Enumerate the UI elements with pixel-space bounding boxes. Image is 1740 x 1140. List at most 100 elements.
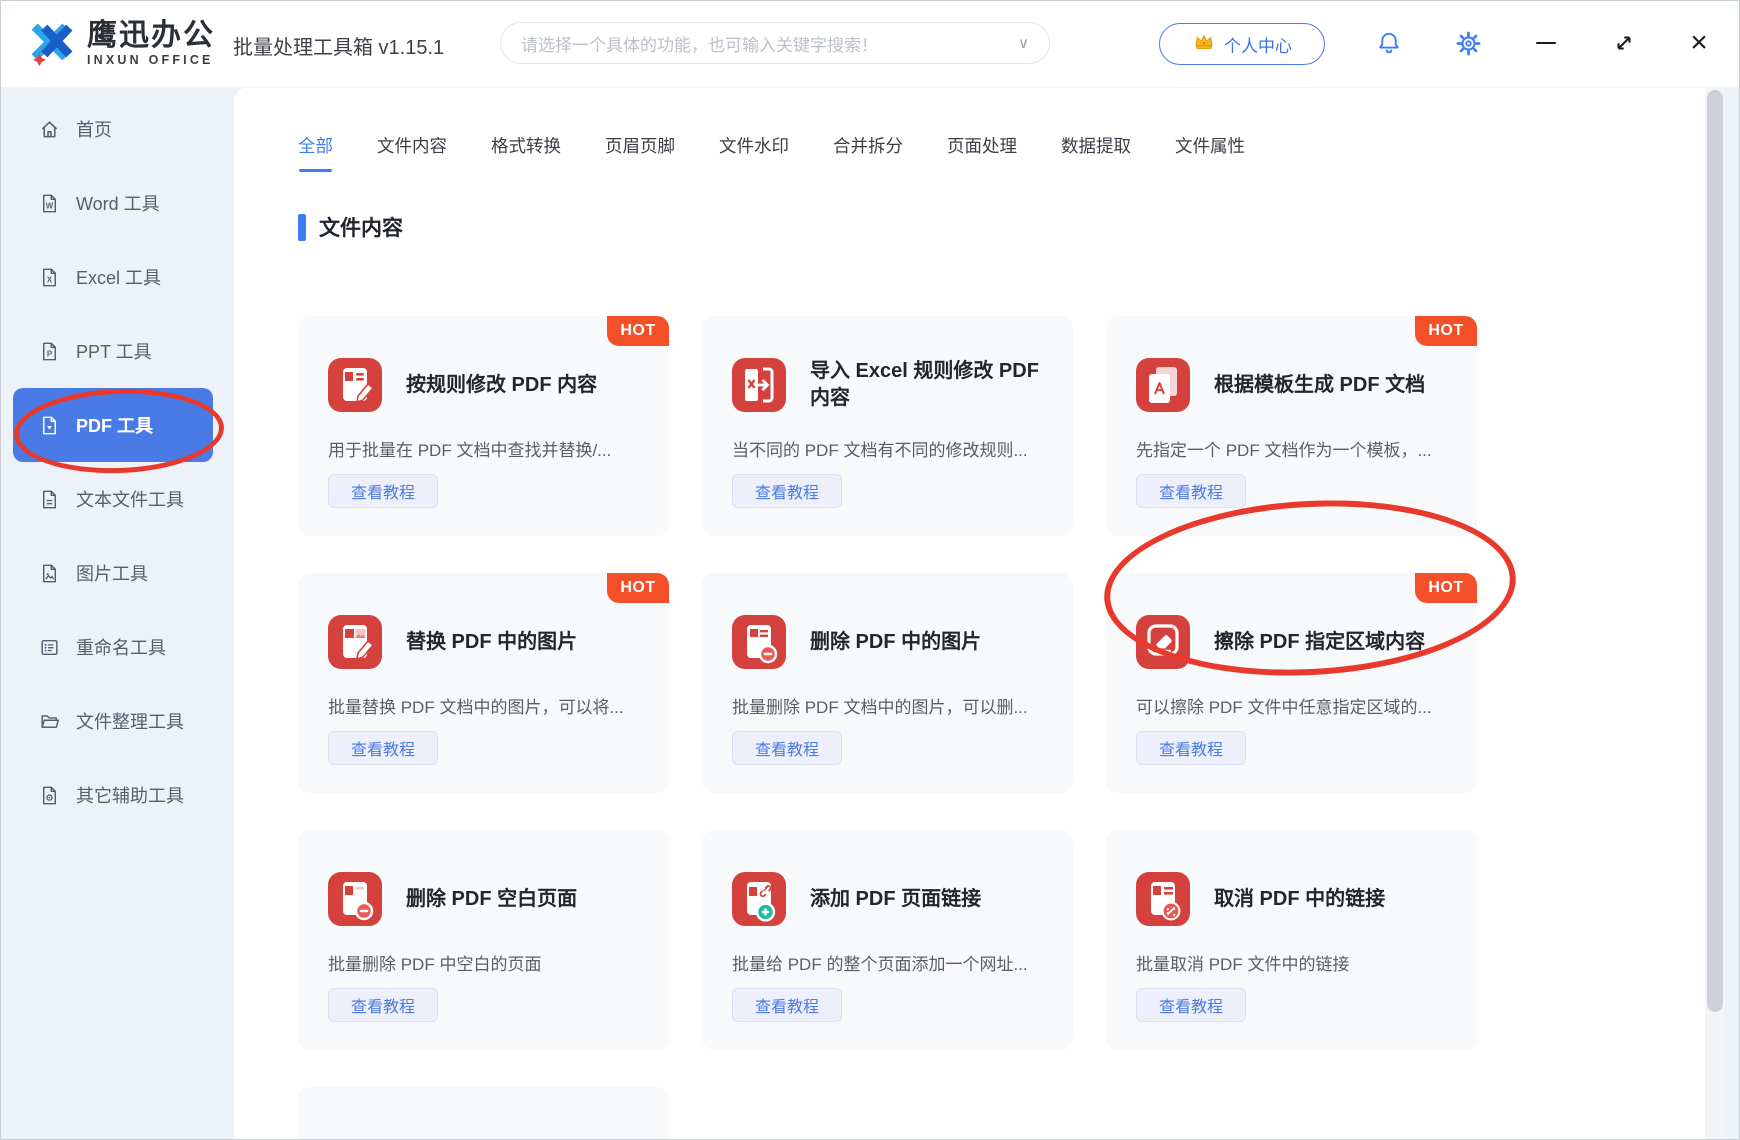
maximize-button[interactable] (1606, 25, 1642, 61)
tool-card-erase-pdf-region[interactable]: HOT 擦除 PDF 指定区域内容 可以擦除 PDF 文件中任意指定区域的...… (1106, 573, 1477, 793)
tool-card[interactable]: HOT 替换 PDF 中的图片 批量替换 PDF 文档中的图片，可以将... 查… (298, 573, 669, 793)
scrollbar-thumb[interactable] (1707, 90, 1723, 1012)
folder-icon (39, 711, 60, 732)
minimize-button[interactable] (1528, 25, 1564, 61)
pdf-link-remove-icon (1136, 872, 1190, 926)
tool-card[interactable]: 添加 PDF 页面链接 批量给 PDF 的整个页面添加一个网址... 查看教程 (702, 830, 1073, 1050)
tool-title: 取消 PDF 中的链接 (1214, 886, 1385, 913)
app-logo: 鹰迅办公 INXUN OFFICE (25, 15, 215, 72)
ppt-doc-icon: P (39, 341, 60, 362)
close-icon: × (1690, 28, 1708, 58)
svg-text:W: W (46, 201, 54, 210)
tool-card-partial[interactable] (298, 1087, 669, 1139)
logo-icon (25, 15, 77, 72)
sidebar-item-file-organize[interactable]: 文件整理工具 (13, 684, 213, 758)
sidebar-item-image[interactable]: 图片工具 (13, 536, 213, 610)
sidebar-item-label: 文件整理工具 (76, 708, 184, 734)
tool-title: 添加 PDF 页面链接 (810, 886, 981, 913)
text-file-icon (39, 489, 60, 510)
function-search-select[interactable]: 请选择一个具体的功能，也可输入关键字搜索！ ∨ (500, 22, 1050, 64)
tool-card[interactable]: 删除 PDF 空白页面 批量删除 PDF 中空白的页面 查看教程 (298, 830, 669, 1050)
sidebar-item-ppt[interactable]: P PPT 工具 (13, 314, 213, 388)
misc-tools-icon (39, 785, 60, 806)
tool-desc: 批量给 PDF 的整个页面添加一个网址... (732, 950, 1051, 975)
view-tutorial-button[interactable]: 查看教程 (328, 474, 438, 508)
pdf-template-icon (1136, 358, 1190, 412)
close-button[interactable]: × (1681, 25, 1717, 61)
sidebar-nav: 首页 W Word 工具 X Excel 工具 P PPT 工具 PDF 工具 (1, 87, 223, 1139)
tool-title: 删除 PDF 中的图片 (810, 629, 981, 656)
sidebar-item-label: 其它辅助工具 (76, 782, 184, 808)
view-tutorial-button[interactable]: 查看教程 (1136, 731, 1246, 765)
sidebar-item-excel[interactable]: X Excel 工具 (13, 240, 213, 314)
tool-card[interactable]: 删除 PDF 中的图片 批量删除 PDF 文档中的图片，可以删... 查看教程 (702, 573, 1073, 793)
category-tabs: 全部 文件内容 格式转换 页眉页脚 文件水印 合并拆分 页面处理 数据提取 文件… (298, 133, 1245, 172)
tab-all[interactable]: 全部 (298, 133, 333, 172)
hot-badge: HOT (607, 573, 669, 603)
gear-icon (1455, 30, 1482, 57)
rename-list-icon (39, 637, 60, 658)
brand-subtitle: INXUN OFFICE (87, 53, 215, 67)
tool-title: 按规则修改 PDF 内容 (406, 372, 597, 399)
crown-icon (1192, 30, 1216, 59)
search-placeholder: 请选择一个具体的功能，也可输入关键字搜索！ (521, 31, 1008, 56)
view-tutorial-button[interactable]: 查看教程 (328, 731, 438, 765)
tool-card[interactable]: 导入 Excel 规则修改 PDF 内容 当不同的 PDF 文档有不同的修改规则… (702, 316, 1073, 536)
maximize-icon (1612, 31, 1636, 55)
tool-card[interactable]: HOT 按规则修改 PDF 内容 用于批量在 PDF 文档中查找并替换/... … (298, 316, 669, 536)
tab-file-content[interactable]: 文件内容 (377, 133, 447, 172)
sidebar-item-pdf[interactable]: PDF 工具 (13, 388, 213, 462)
tab-merge-split[interactable]: 合并拆分 (833, 133, 903, 172)
tab-format-convert[interactable]: 格式转换 (491, 133, 561, 172)
main-content-panel: 全部 文件内容 格式转换 页眉页脚 文件水印 合并拆分 页面处理 数据提取 文件… (234, 87, 1705, 1139)
brand-name: 鹰迅办公 (87, 20, 215, 52)
sidebar-item-home[interactable]: 首页 (13, 92, 213, 166)
excel-import-icon (732, 358, 786, 412)
section-title: 文件内容 (319, 212, 403, 242)
tab-page-process[interactable]: 页面处理 (947, 133, 1017, 172)
sidebar-item-rename[interactable]: 重命名工具 (13, 610, 213, 684)
minimize-icon (1536, 42, 1556, 45)
word-doc-icon: W (39, 193, 60, 214)
tool-card-grid: HOT 按规则修改 PDF 内容 用于批量在 PDF 文档中查找并替换/... … (298, 316, 1478, 1139)
home-icon (39, 119, 60, 140)
tab-file-props[interactable]: 文件属性 (1175, 133, 1245, 172)
sidebar-item-word[interactable]: W Word 工具 (13, 166, 213, 240)
view-tutorial-button[interactable]: 查看教程 (328, 988, 438, 1022)
tool-desc: 批量替换 PDF 文档中的图片，可以将... (328, 693, 647, 718)
sidebar-item-label: Word 工具 (76, 190, 160, 216)
tab-watermark[interactable]: 文件水印 (719, 133, 789, 172)
view-tutorial-button[interactable]: 查看教程 (1136, 988, 1246, 1022)
tool-desc: 可以擦除 PDF 文件中任意指定区域的... (1136, 693, 1455, 718)
pdf-edit-icon (328, 358, 382, 412)
tab-data-extract[interactable]: 数据提取 (1061, 133, 1131, 172)
notification-bell-button[interactable] (1371, 25, 1407, 61)
tab-header-footer[interactable]: 页眉页脚 (605, 133, 675, 172)
sidebar-item-misc-tools[interactable]: 其它辅助工具 (13, 758, 213, 832)
excel-doc-icon: X (39, 267, 60, 288)
tool-title: 擦除 PDF 指定区域内容 (1214, 629, 1425, 656)
sidebar-item-label: 图片工具 (76, 560, 148, 586)
sidebar-item-label: PPT 工具 (76, 338, 152, 364)
tool-desc: 批量取消 PDF 文件中的链接 (1136, 950, 1455, 975)
svg-text:X: X (47, 275, 53, 284)
sidebar-item-label: PDF 工具 (76, 412, 153, 438)
view-tutorial-button[interactable]: 查看教程 (732, 731, 842, 765)
tool-card[interactable]: HOT 根据模板生成 PDF 文档 先指定一个 PDF 文档作为一个模板，...… (1106, 316, 1477, 536)
tool-title: 根据模板生成 PDF 文档 (1214, 372, 1425, 399)
hot-badge: HOT (1415, 316, 1477, 346)
tool-card[interactable]: 取消 PDF 中的链接 批量取消 PDF 文件中的链接 查看教程 (1106, 830, 1477, 1050)
settings-gear-button[interactable] (1450, 25, 1486, 61)
svg-text:P: P (47, 349, 52, 358)
view-tutorial-button[interactable]: 查看教程 (732, 988, 842, 1022)
tool-desc: 当不同的 PDF 文档有不同的修改规则... (732, 436, 1051, 461)
tool-title: 导入 Excel 规则修改 PDF 内容 (810, 358, 1051, 412)
sidebar-item-label: 文本文件工具 (76, 486, 184, 512)
tool-title: 删除 PDF 空白页面 (406, 886, 577, 913)
vertical-scrollbar[interactable] (1705, 87, 1725, 1139)
section-accent-bar (298, 214, 306, 241)
view-tutorial-button[interactable]: 查看教程 (732, 474, 842, 508)
personal-center-button[interactable]: 个人中心 (1159, 23, 1325, 65)
sidebar-item-textfile[interactable]: 文本文件工具 (13, 462, 213, 536)
view-tutorial-button[interactable]: 查看教程 (1136, 474, 1246, 508)
